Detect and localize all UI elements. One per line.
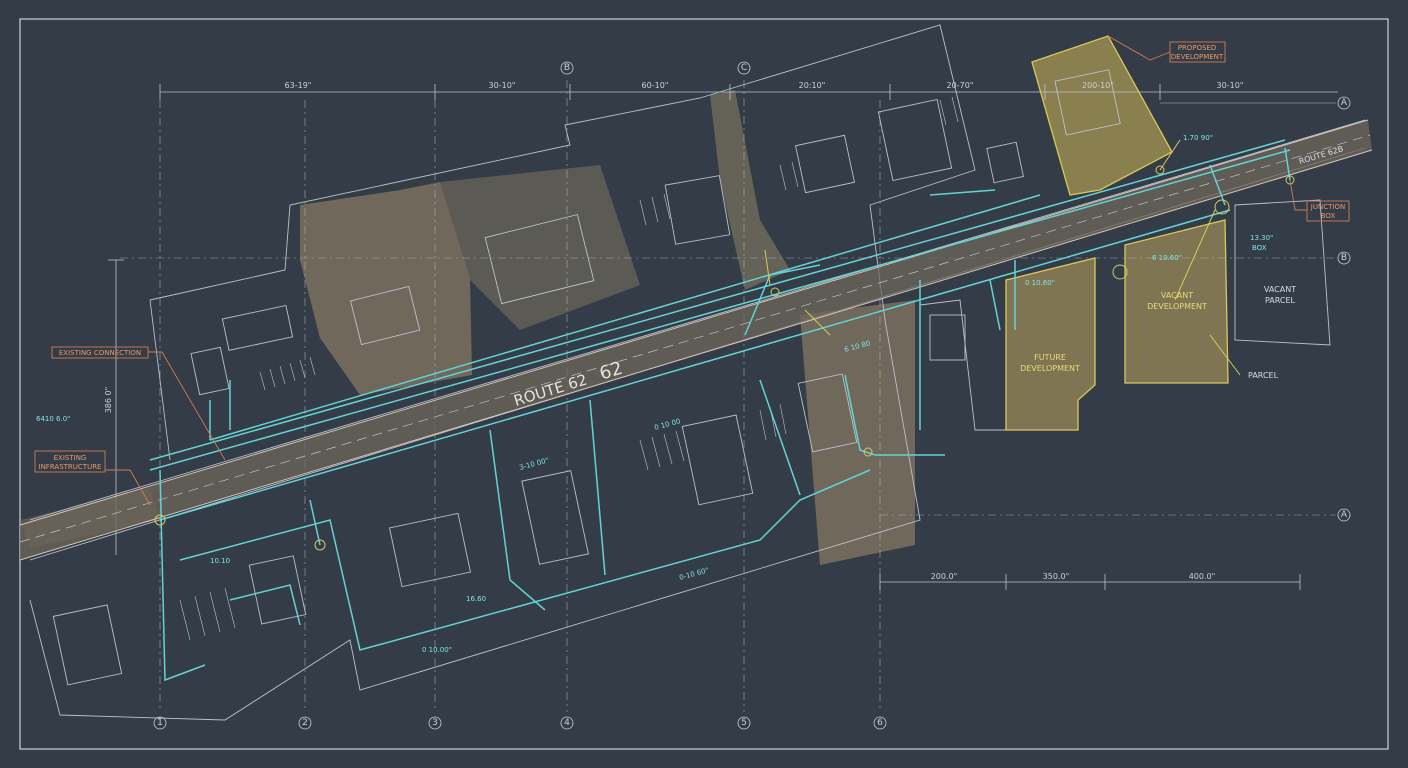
grid-5: 5 — [741, 718, 747, 728]
dim-top-3: 60-10" — [642, 81, 669, 90]
grid-1: 1 — [157, 718, 163, 728]
util-bottom-1: 16.60 — [466, 595, 486, 603]
grid-top-b: B — [564, 63, 570, 73]
util-mid-3: 0 10 00 — [653, 417, 681, 432]
dim-top-5: 20-70" — [947, 81, 974, 90]
dim-top-2: 30-10" — [489, 81, 516, 90]
vacant-parcel-label-1: VACANT — [1264, 285, 1296, 294]
junction-box-label-1: JUNCTION — [1310, 203, 1345, 211]
site-plan-drawing: EXISTING CONNECTION EXISTING INFRASTRUCT… — [19, 18, 1389, 750]
existing-infrastructure-label-2: INFRASTRUCTURE — [39, 463, 102, 471]
grid-2: 2 — [302, 718, 308, 728]
vacant-parcel-label-2: PARCEL — [1265, 296, 1296, 305]
grid-markers — [153, 61, 1351, 730]
grid-right-a2: A — [1341, 510, 1348, 520]
vacant-label-1: VACANT — [1161, 291, 1193, 300]
vacant-label-2: DEVELOPMENT — [1147, 302, 1207, 311]
util-right-box: BOX — [1252, 244, 1267, 252]
future-label-2: DEVELOPMENT — [1020, 364, 1080, 373]
existing-infrastructure-label-1: EXISTING — [54, 454, 87, 462]
util-mid-1: 3-10 00" — [518, 456, 549, 472]
util-bottom-2: 0 10.00" — [422, 646, 452, 654]
parcel-label: PARCEL — [1248, 371, 1279, 380]
junction-box-label-2: BOX — [1321, 212, 1336, 220]
dim-top-1: 63-19" — [285, 81, 312, 90]
dim-bottom-3: 400.0" — [1189, 572, 1216, 581]
dim-left: 386 0" — [104, 387, 113, 414]
util-left-cyan: 6410 6.0" — [36, 415, 70, 423]
grid-4: 4 — [564, 718, 570, 728]
existing-connection-label: EXISTING CONNECTION — [59, 349, 141, 357]
proposed-development-label-1: PROPOSED — [1178, 44, 1217, 52]
grid-top-c: C — [741, 63, 747, 73]
util-right-1: 13.30" — [1250, 234, 1273, 242]
future-label-1: FUTURE — [1034, 353, 1066, 362]
proposed-development-label-2: DEVELOPMENT — [1171, 53, 1224, 61]
util-right-3: 0 10.60" — [1025, 279, 1055, 287]
dim-top-7: 30-10" — [1217, 81, 1244, 90]
util-bend-1: 10.10 — [210, 557, 230, 565]
drawing-frame — [19, 18, 1389, 750]
util-right-2: 6 10.60" — [1152, 254, 1182, 262]
dim-top-6: 200-10" — [1082, 81, 1114, 90]
grid-6: 6 — [877, 718, 883, 728]
util-top-1: 1.70 90" — [1183, 134, 1213, 142]
util-mid-2: 0-10 60" — [678, 566, 709, 582]
dim-bottom-2: 350.0" — [1043, 572, 1070, 581]
grid-right-a: A — [1341, 98, 1348, 108]
grid-3: 3 — [432, 718, 438, 728]
dim-bottom-1: 200.0" — [931, 572, 958, 581]
dim-top-4: 20:10" — [799, 81, 826, 90]
grid-right-b: B — [1341, 253, 1347, 263]
